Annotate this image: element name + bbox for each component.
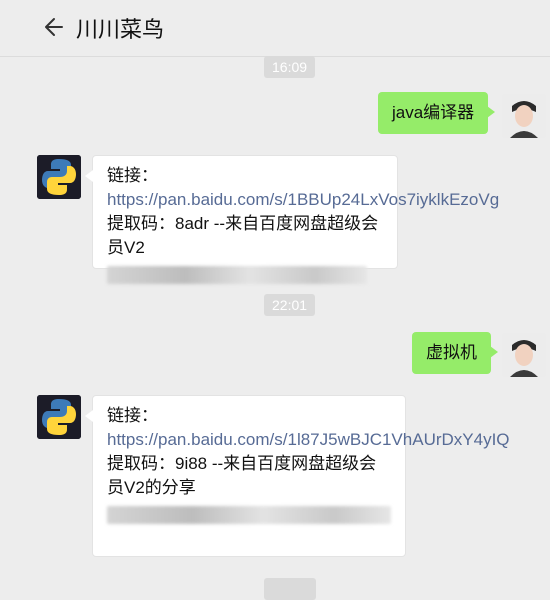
share-link[interactable]: https://pan.baidu.com/s/1l87J5wBJC1VhAUr… [107,430,510,449]
blurred-text [107,266,367,284]
back-arrow-icon[interactable] [40,14,66,40]
python-logo-icon [37,155,81,199]
person-photo-icon [502,333,546,377]
share-link[interactable]: https://pan.baidu.com/s/1BBUp24LxVos7iyk… [107,190,499,209]
chat-title: 川川菜鸟 [76,17,165,42]
message-suffix: 提取码：8adr --来自百度网盘超级会员V2 [107,214,379,257]
avatar-self[interactable] [502,333,546,377]
timestamp: 22:01 [264,294,316,316]
blurred-text [107,506,391,524]
message-bubble-self[interactable]: java编译器 [378,92,496,134]
python-logo-icon [37,395,81,439]
message-prefix: 链接： [107,166,158,185]
person-photo-icon [502,94,546,138]
message-text: 虚拟机 [426,343,477,362]
message-bubble-bot[interactable]: 链接： https://pan.baidu.com/s/1l87J5wBJC1Vh… [85,395,510,557]
message-bubble-bot[interactable]: 链接： https://pan.baidu.com/s/1BBUp24LxVos7… [85,155,499,284]
message-suffix: 提取码：9i88 --来自百度网盘超级会员V2的分享 [107,454,377,497]
timestamp: 16:09 [264,56,316,78]
message-bubble-self[interactable]: 虚拟机 [412,332,498,374]
avatar-bot[interactable] [37,155,81,199]
timestamp-partial [264,578,316,600]
message-prefix: 链接： [107,406,158,425]
message-text: java编译器 [392,103,475,122]
avatar-self[interactable] [502,94,546,138]
chat-header: 川川菜鸟 [0,0,550,57]
avatar-bot[interactable] [37,395,81,439]
